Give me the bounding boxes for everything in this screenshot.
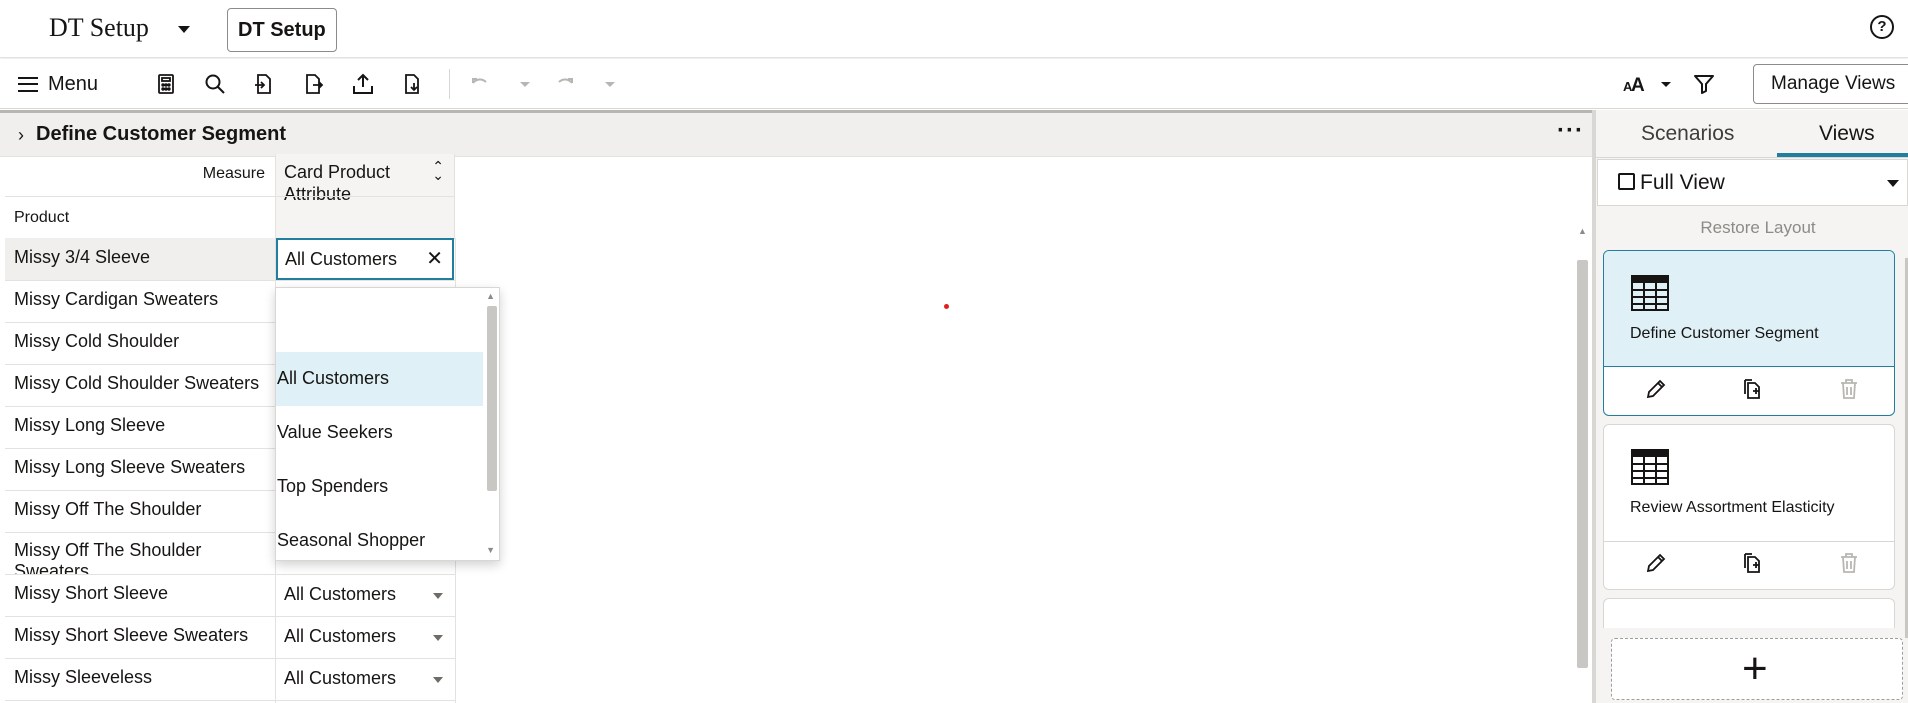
table-row-product[interactable]: Missy Long Sleeve: [5, 406, 275, 448]
table-row-product[interactable]: Missy Cold Shoulder Sweaters: [5, 364, 275, 406]
calculator-icon[interactable]: [152, 70, 180, 98]
segment-input-value: All Customers: [285, 249, 398, 269]
app-title[interactable]: DT Setup: [49, 13, 149, 43]
search-icon[interactable]: [201, 70, 229, 98]
segment-cell[interactable]: All Customers: [275, 658, 455, 700]
tab-divider: [1596, 157, 1908, 158]
view-card-title: Define Customer Segment: [1630, 325, 1819, 342]
duplicate-icon[interactable]: [1740, 377, 1764, 401]
table-row-product[interactable]: Missy Sleeveless: [5, 658, 275, 700]
view-card-define-customer-segment[interactable]: Define Customer Segment: [1603, 250, 1895, 416]
sort-icon[interactable]: ⌃ ⌄: [432, 159, 444, 182]
panel-header: › Define Customer Segment ···: [0, 113, 1592, 157]
import-icon[interactable]: [250, 70, 278, 98]
manage-views-button[interactable]: Manage Views: [1753, 64, 1908, 104]
dropdown-caret-icon[interactable]: [433, 593, 443, 599]
upload-icon[interactable]: [349, 70, 377, 98]
tab-views[interactable]: Views: [1819, 122, 1875, 146]
expand-chevron-icon[interactable]: ›: [18, 125, 24, 146]
table-row-product[interactable]: Missy Off The Shoulder: [5, 490, 275, 532]
table-row-product[interactable]: Missy Off The Shoulder Sweaters: [5, 532, 275, 574]
segment-cell-value: All Customers: [284, 584, 397, 604]
toolbar-divider: [449, 69, 450, 99]
filter-icon[interactable]: [1690, 70, 1718, 98]
table-row-product[interactable]: Missy Short Sleeve: [5, 574, 275, 616]
segment-cell-value: All Customers: [284, 626, 397, 646]
view-card-partial[interactable]: [1603, 598, 1895, 628]
dropdown-option-blank[interactable]: [276, 290, 483, 344]
more-options-icon[interactable]: ···: [1557, 117, 1584, 145]
app-name-chip[interactable]: DT Setup: [227, 8, 337, 52]
font-size-icon[interactable]: AA: [1620, 70, 1648, 98]
edit-pencil-icon[interactable]: [1644, 377, 1668, 401]
help-icon[interactable]: ?: [1870, 15, 1894, 39]
table-row-product[interactable]: Missy Cardigan Sweaters: [5, 280, 275, 322]
redo-dropdown-caret-icon[interactable]: [596, 70, 624, 98]
app-switcher-caret-icon[interactable]: [178, 26, 190, 33]
scroll-down-icon[interactable]: ▼: [486, 545, 495, 555]
duplicate-icon[interactable]: [1740, 551, 1764, 575]
download-icon[interactable]: [398, 70, 426, 98]
clear-icon[interactable]: ✕: [426, 246, 443, 271]
plus-icon: +: [1742, 644, 1768, 693]
column-header-label: Card Product Attribute: [284, 162, 391, 204]
dropdown-option-top-spenders[interactable]: Top Spenders: [276, 460, 483, 514]
table-row-product[interactable]: Missy Short Sleeve Sweaters: [5, 616, 275, 658]
delete-trash-icon[interactable]: [1837, 377, 1861, 401]
view-card-review-assortment-elasticity[interactable]: Review Assortment Elasticity: [1603, 424, 1895, 590]
segment-dropdown-list: ▲ All Customers Value Seekers Top Spende…: [275, 287, 500, 561]
dropdown-scrollbar[interactable]: [487, 306, 497, 491]
menu-label: Menu: [48, 72, 99, 95]
segment-combobox-input[interactable]: All Customers ✕: [276, 238, 454, 280]
scroll-up-icon[interactable]: ▲: [1578, 226, 1587, 236]
cursor-marker: [944, 304, 949, 309]
add-view-button[interactable]: +: [1611, 638, 1903, 700]
panel-title: Define Customer Segment: [36, 123, 287, 145]
dropdown-option-value-seekers[interactable]: Value Seekers: [276, 406, 483, 460]
edit-pencil-icon[interactable]: [1644, 551, 1668, 575]
dropdown-caret-icon[interactable]: [433, 635, 443, 641]
tab-scenarios[interactable]: Scenarios: [1641, 122, 1734, 146]
view-card-body[interactable]: Review Assortment Elasticity: [1604, 425, 1894, 541]
measure-header: Measure: [202, 165, 265, 182]
view-card-title: Review Assortment Elasticity: [1630, 499, 1835, 516]
scroll-up-icon[interactable]: ▲: [486, 291, 495, 301]
view-card-body[interactable]: Define Customer Segment: [1604, 251, 1894, 367]
checkbox-icon[interactable]: [1618, 173, 1635, 190]
svg-text:A: A: [1631, 75, 1645, 96]
font-size-caret-icon[interactable]: [1652, 70, 1680, 98]
toolbar: Menu AA Manage Views: [0, 59, 1908, 109]
table-row-product[interactable]: Missy Long Sleeve Sweaters: [5, 448, 275, 490]
view-select[interactable]: Full View: [1597, 159, 1908, 206]
table-icon: [1631, 449, 1669, 485]
table-icon: [1631, 275, 1669, 311]
active-tab-indicator: [1777, 153, 1908, 157]
view-select-label: Full View: [1640, 171, 1725, 194]
chevron-down-icon[interactable]: [1887, 180, 1899, 187]
dropdown-option-seasonal-shopper[interactable]: Seasonal Shopper: [276, 514, 483, 560]
table-row-product[interactable]: Missy 3/4 Sleeve: [5, 238, 275, 280]
segment-cell-value: All Customers: [284, 668, 397, 688]
segment-cell[interactable]: All Customers: [275, 616, 455, 658]
undo-icon[interactable]: [466, 70, 494, 98]
dropdown-option-all-customers[interactable]: All Customers: [276, 352, 483, 406]
export-icon[interactable]: [299, 70, 327, 98]
table-row-product[interactable]: Missy Cold Shoulder: [5, 322, 275, 364]
menu-button[interactable]: Menu: [18, 70, 98, 98]
delete-trash-icon[interactable]: [1837, 551, 1861, 575]
undo-dropdown-caret-icon[interactable]: [511, 70, 539, 98]
top-bar: DT Setup DT Setup ?: [0, 0, 1908, 58]
dropdown-caret-icon[interactable]: [433, 677, 443, 683]
hamburger-icon: [18, 76, 38, 92]
segment-cell[interactable]: All Customers: [275, 574, 455, 616]
grid-vertical-scrollbar[interactable]: [1577, 260, 1588, 668]
restore-layout-link[interactable]: Restore Layout: [1596, 218, 1908, 238]
redo-icon[interactable]: [551, 70, 579, 98]
product-header: Product: [14, 209, 70, 226]
